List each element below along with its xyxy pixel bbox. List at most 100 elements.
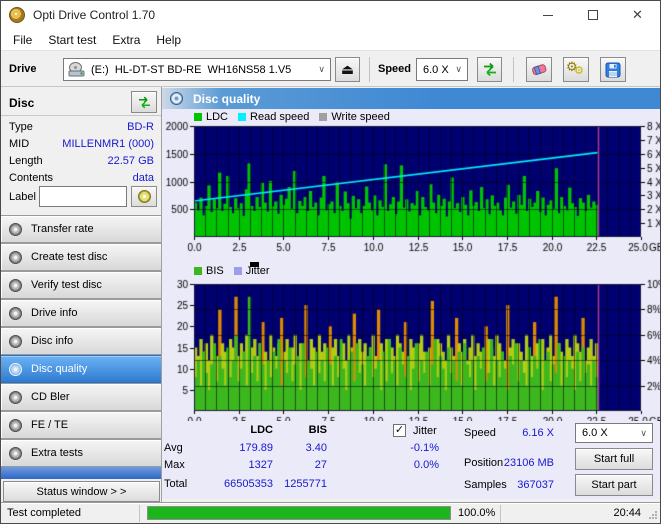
- minimize-button[interactable]: [525, 1, 570, 29]
- sidebar-item-disc-quality[interactable]: Disc quality: [1, 355, 162, 383]
- settings-button[interactable]: ⚙ ⚙: [563, 57, 589, 82]
- status-text: Test completed: [7, 507, 81, 519]
- statusbar-separator: [139, 505, 140, 522]
- menu-help[interactable]: Help: [148, 30, 189, 50]
- top-chart-legend: LDC Read speed Write speed: [194, 111, 390, 123]
- jitter-checkbox-label: Jitter: [413, 425, 437, 437]
- toolbar: Drive (E:) HL-DT-ST BD-RE WH16NS58 1.V5 …: [1, 52, 660, 87]
- drive-select[interactable]: (E:) HL-DT-ST BD-RE WH16NS58 1.V5 ∨: [63, 58, 331, 81]
- sidebar-item-verify-test-disc[interactable]: Verify test disc: [1, 271, 162, 299]
- drive-label: Drive: [9, 63, 37, 75]
- disc-label-label: Label: [9, 191, 36, 203]
- sidebar-item-extra-tests[interactable]: Extra tests: [1, 439, 162, 467]
- disc-label-button[interactable]: [131, 186, 157, 207]
- start-full-label: Start full: [593, 453, 635, 465]
- cd-icon: [9, 222, 22, 236]
- title-bar: Opti Drive Control 1.70 ✕: [1, 1, 660, 29]
- gears-icon: ⚙ ⚙: [566, 58, 584, 77]
- disc-mid-value: MILLENMR1 (000): [62, 138, 154, 150]
- sidebar-item-label: Create test disc: [31, 251, 108, 263]
- sidebar-item-disc-info[interactable]: Disc info: [1, 327, 162, 355]
- cd-icon: [9, 446, 22, 460]
- disc-panel: Disc Type BD-R MID MILLENMR1 (000) Lengt…: [1, 87, 162, 215]
- start-full-button[interactable]: Start full: [575, 448, 653, 470]
- resize-grip[interactable]: [648, 510, 658, 520]
- ldc-swatch: [194, 113, 202, 121]
- sidebar-item-label: Transfer rate: [31, 223, 94, 235]
- progress-bar: [147, 506, 451, 520]
- eject-button[interactable]: ⏏: [335, 57, 360, 82]
- sidebar-item-transfer-rate[interactable]: Transfer rate: [1, 215, 162, 243]
- sidebar-item-label: Disc quality: [31, 363, 88, 375]
- menu-file[interactable]: File: [5, 30, 40, 50]
- jitter-avg: -0.1%: [410, 442, 439, 454]
- refresh-arrows-icon: [137, 96, 152, 109]
- disc-type-label: Type: [9, 121, 33, 133]
- bis-avg: 3.40: [305, 442, 327, 454]
- disc-panel-title: Disc: [9, 96, 35, 110]
- cd-icon: [9, 334, 22, 348]
- cd-icon: [9, 418, 22, 432]
- speed-value: 6.0 X: [423, 63, 449, 76]
- refresh-arrows-icon: [482, 62, 498, 77]
- eraser-icon: [530, 62, 549, 77]
- write-speed-swatch: [319, 113, 328, 121]
- cd-icon: [137, 190, 151, 203]
- cd-icon: [170, 92, 183, 105]
- stats-row-avg: Avg: [164, 442, 183, 454]
- panel-header: Disc quality: [162, 88, 660, 109]
- status-window-button[interactable]: Status window > >: [3, 481, 160, 502]
- drive-value: (E:) HL-DT-ST BD-RE WH16NS58 1.V5: [91, 63, 292, 76]
- window-title: Opti Drive Control 1.70: [33, 8, 156, 22]
- legend-ldc: LDC: [206, 111, 229, 123]
- bis-total: 1255771: [284, 478, 327, 490]
- sidebar-item-label: Verify test disc: [31, 279, 102, 291]
- bis-max: 27: [314, 459, 327, 471]
- start-part-button[interactable]: Start part: [575, 474, 653, 496]
- chevron-down-icon: ∨: [455, 64, 462, 74]
- sidebar-item-create-test-disc[interactable]: Create test disc: [1, 243, 162, 271]
- sidebar-item-label: Extra tests: [31, 447, 83, 459]
- refresh-speed-button[interactable]: [477, 57, 502, 82]
- floppy-disk-icon: [605, 62, 621, 78]
- toolbar-separator: [513, 57, 514, 82]
- speed-stat-label: Speed: [464, 427, 496, 439]
- panel-title: Disc quality: [193, 91, 261, 106]
- disc-refresh-button[interactable]: [131, 91, 157, 113]
- chevron-down-icon: ∨: [640, 427, 647, 438]
- cd-icon: [9, 306, 22, 320]
- progress-fill: [148, 507, 450, 519]
- drive-icon: [68, 62, 86, 77]
- position-value: 23106 MB: [503, 457, 554, 469]
- erase-disc-button[interactable]: [526, 57, 552, 82]
- jitter-swatch: [233, 267, 242, 275]
- jitter-checkbox[interactable]: ✓: [393, 424, 406, 437]
- maximize-button[interactable]: [570, 1, 615, 29]
- stats-col-bis: BIS: [308, 424, 327, 436]
- disc-mid-label: MID: [9, 138, 30, 150]
- disc-length-label: Length: [9, 155, 43, 167]
- menu-start-test[interactable]: Start test: [40, 30, 104, 50]
- jitter-max: 0.0%: [413, 459, 439, 471]
- disc-contents-value: data: [132, 172, 154, 184]
- save-button[interactable]: [600, 57, 626, 82]
- menu-extra[interactable]: Extra: [104, 30, 148, 50]
- cd-icon: [9, 250, 22, 264]
- quality-speed-select[interactable]: 6.0 X ∨: [575, 423, 653, 443]
- chevron-down-icon: ∨: [318, 64, 325, 74]
- sidebar-item-label: FE / TE: [31, 419, 69, 431]
- sidebar-item-drive-info[interactable]: Drive info: [1, 299, 162, 327]
- quality-speed-value: 6.0 X: [582, 427, 608, 439]
- toolbar-separator: [369, 57, 370, 82]
- sidebar-item-cd-bler[interactable]: CD Bler: [1, 383, 162, 411]
- sidebar-item-fe-te[interactable]: FE / TE: [1, 411, 162, 439]
- disc-type-value: BD-R: [127, 121, 154, 133]
- stats-row-max: Max: [164, 459, 185, 471]
- disc-label-input[interactable]: [39, 186, 127, 207]
- close-button[interactable]: ✕: [615, 1, 660, 29]
- disc-contents-label: Contents: [9, 172, 54, 184]
- legend-bis: BIS: [206, 265, 224, 277]
- cd-icon: [9, 362, 22, 376]
- speed-select[interactable]: 6.0 X ∨: [416, 58, 468, 81]
- speed-stat-value: 6.16 X: [522, 427, 554, 439]
